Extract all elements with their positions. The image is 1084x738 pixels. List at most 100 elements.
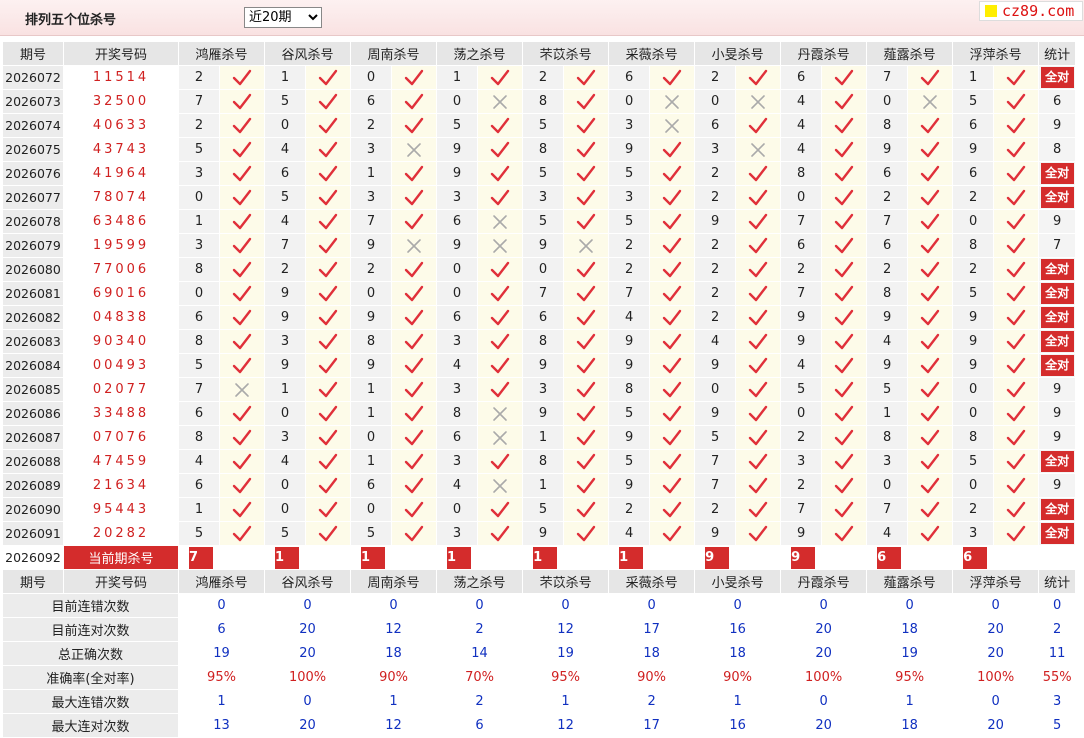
summary-value: 18 [608, 641, 696, 666]
kill-value: 8 [178, 257, 220, 282]
result-mark [391, 137, 438, 162]
result-mark [907, 209, 954, 234]
kill-value: 4 [866, 521, 909, 546]
col-header-issue: 期号 [2, 569, 64, 594]
kill-value: 4 [866, 329, 909, 354]
col-header-expert: 丹霞杀号 [780, 41, 868, 66]
check-icon [748, 285, 768, 303]
result-mark [993, 281, 1040, 306]
kill-value: 0 [522, 257, 565, 282]
check-icon [920, 333, 940, 351]
all-correct-badge: 全对 [1040, 187, 1074, 208]
table-row: 2026075 43743 5 4 3 9 8 9 3 4 9 9 8 [2, 137, 1077, 162]
summary-label: 最大连对次数 [2, 713, 179, 738]
kill-value: 6 [178, 473, 220, 498]
col-header-expert: 薤露杀号 [866, 41, 954, 66]
kill-value: 2 [780, 257, 823, 282]
issue-number: 2026086 [2, 401, 64, 426]
summary-value: 100% [780, 665, 868, 690]
kill-value: 9 [522, 233, 565, 258]
period-select[interactable]: 近20期 [244, 7, 322, 28]
result-mark [563, 449, 610, 474]
kill-value: 2 [264, 257, 307, 282]
result-mark [907, 401, 954, 426]
kill-value: 2 [866, 185, 909, 210]
check-icon [318, 93, 338, 111]
kill-value: 0 [436, 257, 479, 282]
result-mark [477, 473, 524, 498]
summary-value: 0 [522, 593, 610, 618]
stat-cell: 全对 [1038, 353, 1077, 378]
top-bar: 排列五个位杀号 近20期 cz89.com [0, 0, 1084, 36]
kill-value: 7 [694, 449, 737, 474]
result-mark [649, 233, 696, 258]
result-mark [735, 137, 782, 162]
kill-value: 6 [952, 161, 995, 186]
check-icon [318, 213, 338, 231]
summary-row: 最大连错次数 1 0 1 2 1 2 1 0 1 0 3 [2, 689, 1077, 714]
col-header-expert: 浮萍杀号 [952, 569, 1040, 594]
check-icon [576, 429, 596, 447]
result-mark [821, 473, 868, 498]
kill-value: 5 [608, 401, 651, 426]
result-mark [821, 185, 868, 210]
kill-value: 4 [608, 521, 651, 546]
kill-value: 1 [866, 401, 909, 426]
kill-value: 2 [780, 425, 823, 450]
check-icon [834, 285, 854, 303]
check-icon [748, 165, 768, 183]
kill-value: 0 [178, 185, 220, 210]
check-icon [318, 477, 338, 495]
kill-value: 8 [780, 161, 823, 186]
check-icon [318, 285, 338, 303]
kill-value: 4 [780, 137, 823, 162]
draw-number: 32500 [63, 89, 179, 114]
check-icon [232, 453, 252, 471]
kill-value: 2 [608, 257, 651, 282]
current-kill-cell: 1 [608, 545, 696, 570]
check-icon [748, 381, 768, 399]
check-icon [576, 69, 596, 87]
cross-icon [662, 93, 682, 111]
check-icon [232, 213, 252, 231]
check-icon [662, 261, 682, 279]
summary-value: 19 [522, 641, 610, 666]
result-mark [821, 401, 868, 426]
check-icon [404, 285, 424, 303]
kill-value: 3 [522, 185, 565, 210]
result-mark [649, 353, 696, 378]
check-icon [404, 309, 424, 327]
kill-value: 5 [522, 113, 565, 138]
summary-value: 12 [522, 617, 610, 642]
all-correct-badge: 全对 [1040, 283, 1074, 304]
summary-label: 总正确次数 [2, 641, 179, 666]
check-icon [490, 117, 510, 135]
check-icon [1006, 381, 1026, 399]
kill-value: 9 [694, 521, 737, 546]
draw-number: 47459 [63, 449, 179, 474]
kill-value: 0 [436, 281, 479, 306]
kill-value: 8 [866, 281, 909, 306]
summary-label: 目前连错次数 [2, 593, 179, 618]
stat-cell: 全对 [1038, 161, 1077, 186]
site-logo[interactable]: cz89.com [979, 1, 1083, 21]
result-mark [218, 449, 266, 474]
kill-value: 5 [264, 89, 307, 114]
check-icon [920, 405, 940, 423]
result-mark [563, 185, 610, 210]
draw-number: 78074 [63, 185, 179, 210]
result-mark [821, 329, 868, 354]
col-header-draw: 开奖号码 [63, 569, 179, 594]
summary-value: 90% [350, 665, 438, 690]
kill-value: 0 [350, 281, 393, 306]
result-mark [735, 185, 782, 210]
kill-value: 2 [178, 113, 220, 138]
summary-value: 20 [780, 617, 868, 642]
result-mark [218, 185, 266, 210]
check-icon [404, 165, 424, 183]
current-kill-cell: 6 [952, 545, 1040, 570]
check-icon [576, 357, 596, 375]
result-mark [305, 425, 352, 450]
cross-icon [748, 141, 768, 159]
result-mark [218, 209, 266, 234]
